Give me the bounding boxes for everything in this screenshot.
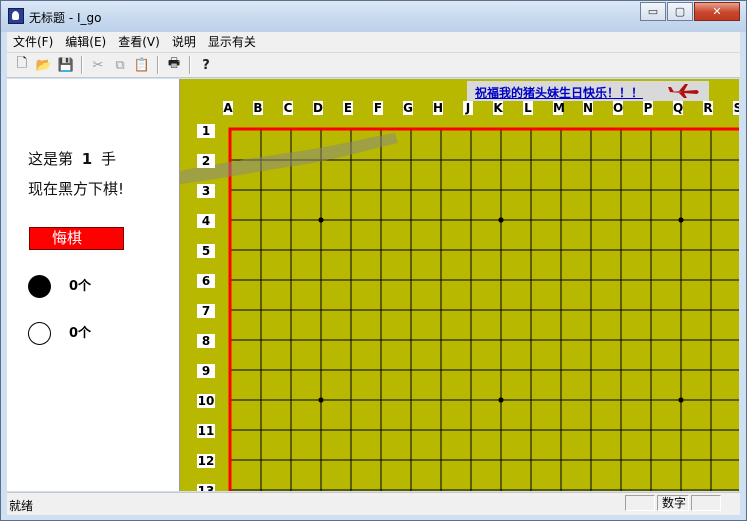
open-folder-icon[interactable]: 📂 — [33, 54, 55, 76]
column-label: K — [493, 101, 503, 115]
column-label: H — [433, 101, 444, 115]
save-icon[interactable]: 💾 — [55, 54, 77, 76]
toolbar-separator — [189, 56, 191, 74]
window-title: 无标题 - I_go — [29, 11, 102, 25]
column-label: G — [403, 101, 413, 115]
star-point — [318, 397, 324, 403]
row-label: 3 — [197, 184, 215, 198]
status-pane-empty — [625, 495, 655, 511]
column-label: C — [283, 101, 293, 115]
new-file-icon[interactable]: 🗋 — [11, 54, 33, 76]
column-label: O — [613, 101, 624, 115]
menu-help-text[interactable]: 说明 — [166, 32, 202, 52]
column-label: D — [313, 101, 323, 115]
black-captures: 0个 — [69, 279, 92, 294]
app-window: 无标题 - I_go ▭ ▢ ✕ 文件(F) 编辑(E) 查看(V) 说明 显示… — [0, 0, 747, 521]
print-icon[interactable]: 🖶 — [163, 54, 185, 76]
star-point — [318, 217, 324, 223]
menu-edit[interactable]: 编辑(E) — [59, 32, 112, 52]
column-label: Q — [673, 101, 684, 115]
row-label: 7 — [197, 304, 215, 318]
move-number: 1 — [81, 150, 93, 168]
column-label: M — [553, 101, 565, 115]
row-label: 5 — [197, 244, 215, 258]
menu-view[interactable]: 查看(V) — [112, 32, 166, 52]
status-pane-numlock: 数字 — [657, 495, 689, 511]
star-point — [498, 397, 504, 403]
column-label: N — [583, 101, 594, 115]
row-label: 11 — [197, 424, 215, 438]
banner[interactable]: 祝福我的猪头妹生日快乐！！！ — [467, 81, 709, 101]
move-prefix: 这是第 — [28, 150, 74, 168]
row-label: 9 — [197, 364, 215, 378]
row-label: 6 — [197, 274, 215, 288]
airplane-icon — [668, 84, 699, 98]
row-label: 4 — [197, 214, 215, 228]
column-label: J — [463, 101, 473, 115]
undo-button[interactable]: 悔棋 — [29, 227, 124, 250]
menu-bar: 文件(F) 编辑(E) 查看(V) 说明 显示有关 — [7, 32, 740, 52]
minimize-button[interactable]: ▭ — [640, 2, 666, 21]
column-label: S — [733, 101, 739, 115]
white-captures: 0个 — [69, 326, 92, 341]
status-bar: 就绪 数字 — [7, 492, 740, 515]
column-label: E — [343, 101, 353, 115]
help-icon[interactable]: ? — [195, 54, 217, 76]
star-point — [678, 397, 684, 403]
app-icon[interactable] — [8, 8, 24, 24]
column-label: A — [223, 101, 233, 115]
turn-indicator: 现在黑方下棋! — [28, 180, 125, 198]
star-point — [498, 217, 504, 223]
row-label: 8 — [197, 334, 215, 348]
toolbar-separator — [157, 56, 159, 74]
column-label: P — [643, 101, 653, 115]
toolbar-separator — [81, 56, 83, 74]
copy-icon[interactable]: ⧉ — [109, 54, 131, 76]
column-label: F — [373, 101, 383, 115]
move-counter: 这是第 1 手 — [28, 148, 116, 169]
status-pane-scroll — [691, 495, 721, 511]
banner-text[interactable]: 祝福我的猪头妹生日快乐！！！ — [475, 84, 643, 101]
toolbar: 🗋 📂 💾 ✂ ⧉ 📋 🖶 ? — [7, 52, 740, 78]
info-panel: 这是第 1 手 现在黑方下棋! 悔棋 0个 0个 — [7, 79, 180, 491]
star-point — [678, 217, 684, 223]
column-label: R — [703, 101, 713, 115]
row-label: 2 — [197, 154, 215, 168]
row-label: 1 — [197, 124, 215, 138]
row-label: 10 — [197, 394, 215, 408]
menu-file[interactable]: 文件(F) — [7, 32, 59, 52]
column-label: L — [523, 101, 533, 115]
move-suffix: 手 — [101, 150, 117, 168]
row-label: 12 — [197, 454, 215, 468]
paste-icon[interactable]: 📋 — [131, 54, 153, 76]
menu-about[interactable]: 显示有关 — [202, 32, 262, 52]
close-button[interactable]: ✕ — [694, 2, 740, 21]
white-stone-icon — [28, 322, 51, 345]
title-bar[interactable]: 无标题 - I_go ▭ ▢ ✕ — [1, 1, 746, 32]
column-label: B — [253, 101, 263, 115]
window-controls: ▭ ▢ ✕ — [640, 2, 740, 21]
row-label: 13 — [197, 484, 215, 491]
black-stone-icon — [28, 275, 51, 298]
status-ready: 就绪 — [9, 499, 34, 513]
maximize-button[interactable]: ▢ — [667, 2, 693, 21]
cut-icon[interactable]: ✂ — [87, 54, 109, 76]
go-board[interactable]: ABCDEFGHJKLMNOPQRST 12345678910111213 祝福… — [180, 79, 739, 491]
